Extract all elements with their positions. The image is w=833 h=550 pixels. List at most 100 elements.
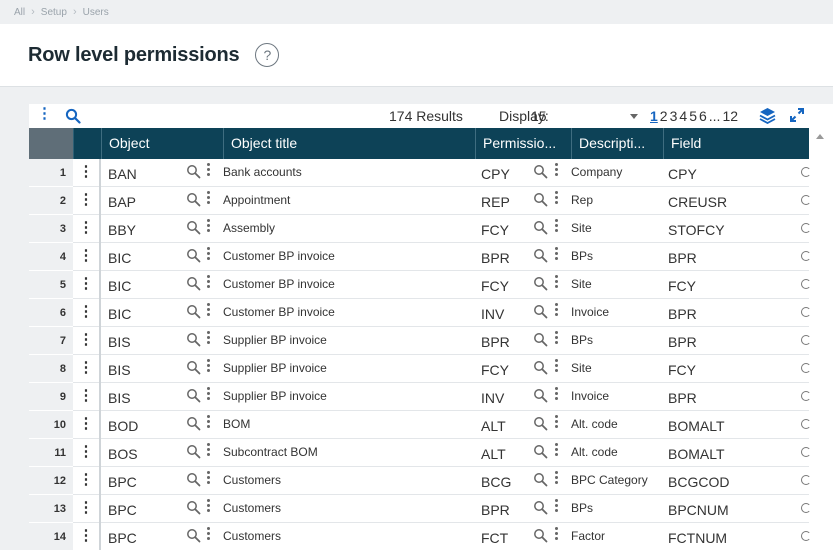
object-menu-icon[interactable] — [207, 191, 211, 207]
object-lookup-icon[interactable] — [186, 360, 201, 378]
cell-field[interactable]: STOFCY — [668, 215, 788, 243]
table-row[interactable]: 7 ⋮ BIS Supplier BP invoice BPR BPs BPR — [29, 327, 811, 355]
cell-object[interactable]: BIS — [108, 383, 178, 411]
object-menu-icon[interactable] — [207, 387, 211, 403]
table-row[interactable]: 10 ⋮ BOD BOM ALT Alt. code BOMALT — [29, 411, 811, 439]
column-header-description[interactable]: Descripti... — [571, 128, 663, 159]
object-menu-icon[interactable] — [207, 527, 211, 543]
field-lookup-icon[interactable] — [801, 503, 811, 513]
page-link-2[interactable]: 2 — [660, 108, 668, 124]
object-lookup-icon[interactable] — [186, 388, 201, 406]
layers-icon[interactable] — [759, 107, 776, 127]
row-actions-icon[interactable]: ⋮ — [73, 327, 101, 355]
cell-field[interactable]: CPY — [668, 159, 788, 187]
cell-field[interactable]: BOMALT — [668, 411, 788, 439]
cell-object[interactable]: BPC — [108, 467, 178, 495]
cell-permission[interactable]: FCY — [481, 355, 531, 383]
object-menu-icon[interactable] — [207, 303, 211, 319]
permission-menu-icon[interactable] — [555, 303, 559, 319]
field-lookup-icon[interactable] — [801, 251, 811, 261]
object-menu-icon[interactable] — [207, 359, 211, 375]
field-lookup-icon[interactable] — [801, 195, 811, 205]
row-actions-icon[interactable]: ⋮ — [73, 159, 101, 187]
page-link-6[interactable]: 6 — [699, 108, 707, 124]
row-actions-icon[interactable]: ⋮ — [73, 215, 101, 243]
cell-object[interactable]: BIC — [108, 299, 178, 327]
row-actions-icon[interactable]: ⋮ — [73, 467, 101, 495]
row-actions-icon[interactable]: ⋮ — [73, 187, 101, 215]
object-lookup-icon[interactable] — [186, 332, 201, 350]
permission-menu-icon[interactable] — [555, 527, 559, 543]
permission-lookup-icon[interactable] — [533, 528, 548, 546]
permission-menu-icon[interactable] — [555, 443, 559, 459]
cell-field[interactable]: BOMALT — [668, 439, 788, 467]
search-icon[interactable] — [65, 108, 81, 127]
cell-permission[interactable]: CPY — [481, 159, 531, 187]
field-lookup-icon[interactable] — [801, 279, 811, 289]
permission-menu-icon[interactable] — [555, 191, 559, 207]
cell-field[interactable]: BPR — [668, 243, 788, 271]
help-icon[interactable]: ? — [255, 43, 280, 67]
cell-permission[interactable]: BCG — [481, 467, 531, 495]
permission-lookup-icon[interactable] — [533, 304, 548, 322]
cell-object[interactable]: BIC — [108, 243, 178, 271]
field-lookup-icon[interactable] — [801, 391, 811, 401]
cell-permission[interactable]: INV — [481, 383, 531, 411]
cell-permission[interactable]: FCY — [481, 215, 531, 243]
row-actions-icon[interactable]: ⋮ — [73, 355, 101, 383]
permission-lookup-icon[interactable] — [533, 416, 548, 434]
cell-object[interactable]: BAP — [108, 187, 178, 215]
cell-field[interactable]: FCY — [668, 355, 788, 383]
column-header-object-title[interactable]: Object title — [223, 128, 475, 159]
object-lookup-icon[interactable] — [186, 416, 201, 434]
object-lookup-icon[interactable] — [186, 500, 201, 518]
object-lookup-icon[interactable] — [186, 276, 201, 294]
vertical-scrollbar[interactable] — [811, 128, 833, 550]
cell-permission[interactable]: FCY — [481, 271, 531, 299]
cell-object[interactable]: BIC — [108, 271, 178, 299]
row-actions-icon[interactable]: ⋮ — [73, 299, 101, 327]
field-lookup-icon[interactable] — [801, 475, 811, 485]
table-row[interactable]: 2 ⋮ BAP Appointment REP Rep CREUSR — [29, 187, 811, 215]
object-menu-icon[interactable] — [207, 331, 211, 347]
scroll-up-icon[interactable] — [816, 134, 824, 139]
cell-object[interactable]: BOD — [108, 411, 178, 439]
permission-menu-icon[interactable] — [555, 387, 559, 403]
permission-menu-icon[interactable] — [555, 247, 559, 263]
field-lookup-icon[interactable] — [801, 307, 811, 317]
table-row[interactable]: 14 ⋮ BPC Customers FCT Factor FCTNUM — [29, 523, 811, 550]
grid-menu-icon[interactable]: ⋮ — [37, 106, 52, 121]
table-row[interactable]: 6 ⋮ BIC Customer BP invoice INV Invoice BPR — [29, 299, 811, 327]
table-row[interactable]: 3 ⋮ BBY Assembly FCY Site STOFCY — [29, 215, 811, 243]
page-link-4[interactable]: 4 — [679, 108, 687, 124]
row-actions-icon[interactable]: ⋮ — [73, 411, 101, 439]
permission-lookup-icon[interactable] — [533, 248, 548, 266]
permission-lookup-icon[interactable] — [533, 388, 548, 406]
table-row[interactable]: 9 ⋮ BIS Supplier BP invoice INV Invoice BPR — [29, 383, 811, 411]
cell-permission[interactable]: BPR — [481, 495, 531, 523]
column-header-object[interactable]: Object — [101, 128, 223, 159]
object-menu-icon[interactable] — [207, 163, 211, 179]
permission-lookup-icon[interactable] — [533, 276, 548, 294]
table-row[interactable]: 12 ⋮ BPC Customers BCG BPC Category BCGCOD — [29, 467, 811, 495]
cell-permission[interactable]: FCT — [481, 523, 531, 550]
cell-object[interactable]: BPC — [108, 495, 178, 523]
permission-menu-icon[interactable] — [555, 499, 559, 515]
object-menu-icon[interactable] — [207, 275, 211, 291]
cell-field[interactable]: FCY — [668, 271, 788, 299]
object-lookup-icon[interactable] — [186, 528, 201, 546]
cell-object[interactable]: BAN — [108, 159, 178, 187]
cell-object[interactable]: BBY — [108, 215, 178, 243]
cell-object[interactable]: BIS — [108, 355, 178, 383]
cell-object[interactable]: BOS — [108, 439, 178, 467]
object-lookup-icon[interactable] — [186, 472, 201, 490]
permission-lookup-icon[interactable] — [533, 472, 548, 490]
cell-field[interactable]: BPR — [668, 327, 788, 355]
breadcrumb-setup[interactable]: Setup — [41, 7, 67, 18]
permission-lookup-icon[interactable] — [533, 360, 548, 378]
row-actions-icon[interactable]: ⋮ — [73, 271, 101, 299]
object-menu-icon[interactable] — [207, 219, 211, 235]
table-row[interactable]: 8 ⋮ BIS Supplier BP invoice FCY Site FCY — [29, 355, 811, 383]
object-menu-icon[interactable] — [207, 247, 211, 263]
cell-object[interactable]: BIS — [108, 327, 178, 355]
